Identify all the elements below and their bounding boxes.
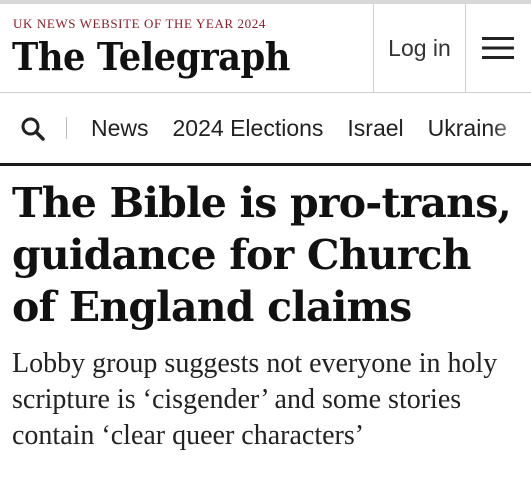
menu-button[interactable] (465, 4, 531, 92)
article-standfirst: Lobby group suggests not everyone in hol… (12, 348, 498, 451)
search-icon (21, 117, 45, 141)
nav-items: News 2024 Elections Israel Ukraine (91, 93, 531, 163)
login-button[interactable]: Log in (373, 4, 466, 92)
nav-item-2024-elections[interactable]: 2024 Elections (173, 115, 324, 142)
site-logo[interactable]: The Telegraph (12, 34, 290, 79)
nav-item-israel[interactable]: Israel (347, 115, 403, 142)
nav-divider (66, 117, 67, 139)
search-button[interactable] (20, 116, 46, 142)
article-headline: The Bible is pro-trans, guidance for Chu… (12, 179, 512, 331)
hamburger-menu-icon (482, 37, 514, 59)
nav-scroll-fade (491, 93, 531, 163)
award-tagline: UK NEWS WEBSITE OF THE YEAR 2024 (13, 16, 266, 31)
site-header: UK NEWS WEBSITE OF THE YEAR 2024 The Tel… (0, 0, 531, 93)
nav-item-news[interactable]: News (91, 115, 149, 142)
primary-nav: News 2024 Elections Israel Ukraine (0, 93, 531, 166)
